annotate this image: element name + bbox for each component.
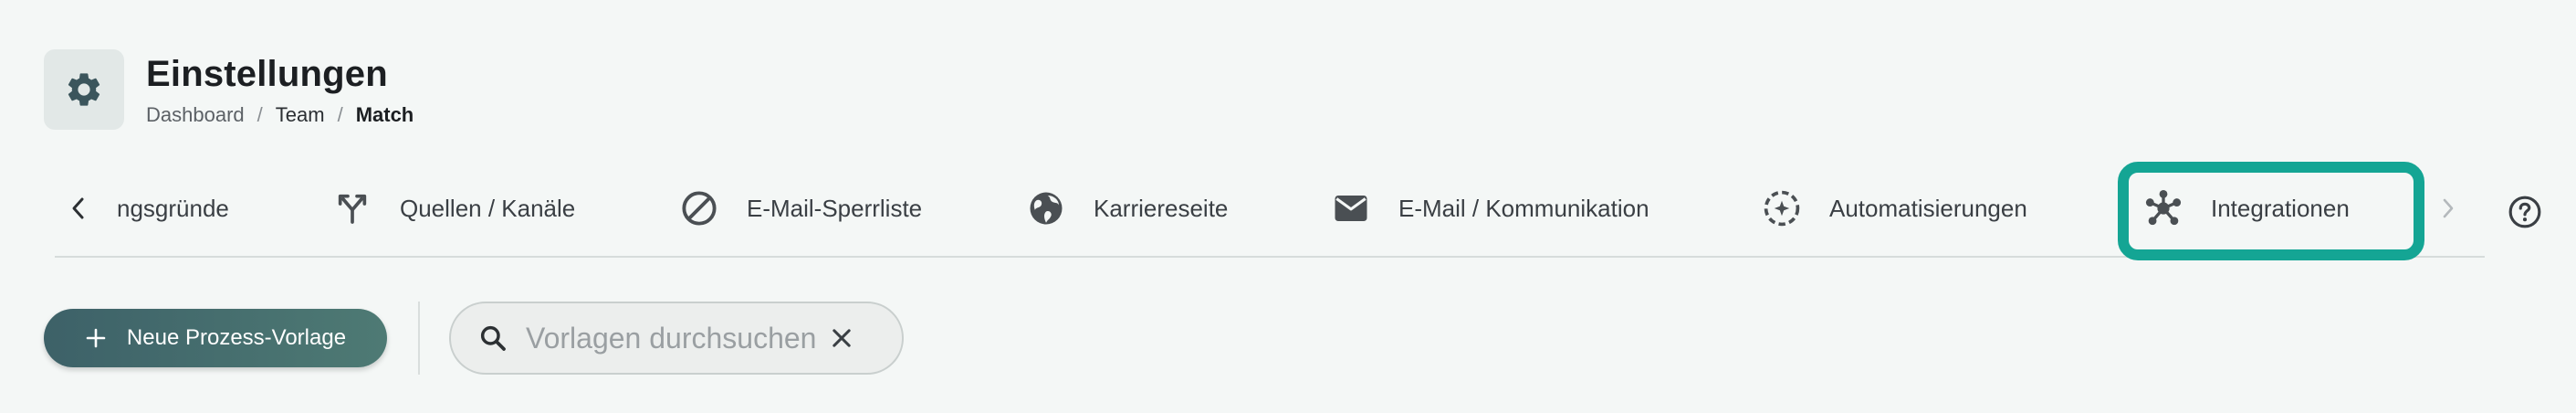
tabs-scroll-left[interactable] <box>60 161 97 256</box>
page-title: Einstellungen <box>146 54 388 94</box>
globe-icon <box>1026 188 1066 228</box>
page-header: Einstellungen Dashboard / Team / Match <box>44 49 414 130</box>
tab-email-kommunikation[interactable]: E-Mail / Kommunikation <box>1331 161 1649 256</box>
tab-label: ngsgründe <box>117 194 229 222</box>
mail-icon <box>1331 188 1371 228</box>
tabs-scroll-right[interactable] <box>2430 161 2466 256</box>
merge-arrows-icon <box>332 188 372 228</box>
tab-label: Quellen / Kanäle <box>400 194 576 222</box>
breadcrumb-match: Match <box>355 103 414 126</box>
tab-label: Integrationen <box>2211 194 2350 222</box>
gear-icon <box>68 73 100 106</box>
plus-icon <box>85 327 107 349</box>
help-icon <box>2508 196 2541 228</box>
breadcrumb-separator: / <box>337 103 343 126</box>
settings-tabs: ngsgründe Quellen / Kanäle E-Mail-Sperrl… <box>55 161 2485 258</box>
tab-karriereseite[interactable]: Karriereseite <box>1026 161 1228 256</box>
auto-icon <box>1762 188 1802 228</box>
close-icon <box>832 329 851 347</box>
breadcrumb: Dashboard / Team / Match <box>146 103 414 127</box>
search-icon <box>476 322 509 355</box>
hub-icon <box>2143 188 2183 228</box>
tab-automatisierungen[interactable]: Automatisierungen <box>1762 161 2027 256</box>
tab-email-sperrliste[interactable]: E-Mail-Sperrliste <box>679 161 922 256</box>
tab-quellen-kanaele[interactable]: Quellen / Kanäle <box>332 161 575 256</box>
settings-icon-box <box>44 49 124 130</box>
clear-search-button[interactable] <box>823 320 860 356</box>
block-icon <box>679 188 719 228</box>
chevron-right-icon <box>2443 198 2454 218</box>
tab-label: Automatisierungen <box>1829 194 2027 222</box>
new-button-label: Neue Prozess-Vorlage <box>126 325 347 350</box>
tab-label: E-Mail / Kommunikation <box>1398 194 1649 222</box>
new-process-template-button[interactable]: Neue Prozess-Vorlage <box>44 309 387 367</box>
search-input[interactable] <box>526 321 818 355</box>
toolbar-divider <box>418 302 420 375</box>
breadcrumb-dashboard[interactable]: Dashboard <box>146 103 245 127</box>
breadcrumb-team[interactable]: Team <box>276 103 325 127</box>
tab-label: Karriereseite <box>1094 194 1229 222</box>
tab-ablehnungsgruende[interactable]: ngsgründe <box>117 161 229 256</box>
breadcrumb-separator: / <box>257 103 263 126</box>
chevron-left-icon <box>72 197 84 219</box>
help-button[interactable] <box>2507 194 2543 230</box>
tab-label: E-Mail-Sperrliste <box>747 194 923 222</box>
search-box <box>449 302 904 375</box>
tab-integrationen[interactable]: Integrationen <box>2143 161 2350 256</box>
